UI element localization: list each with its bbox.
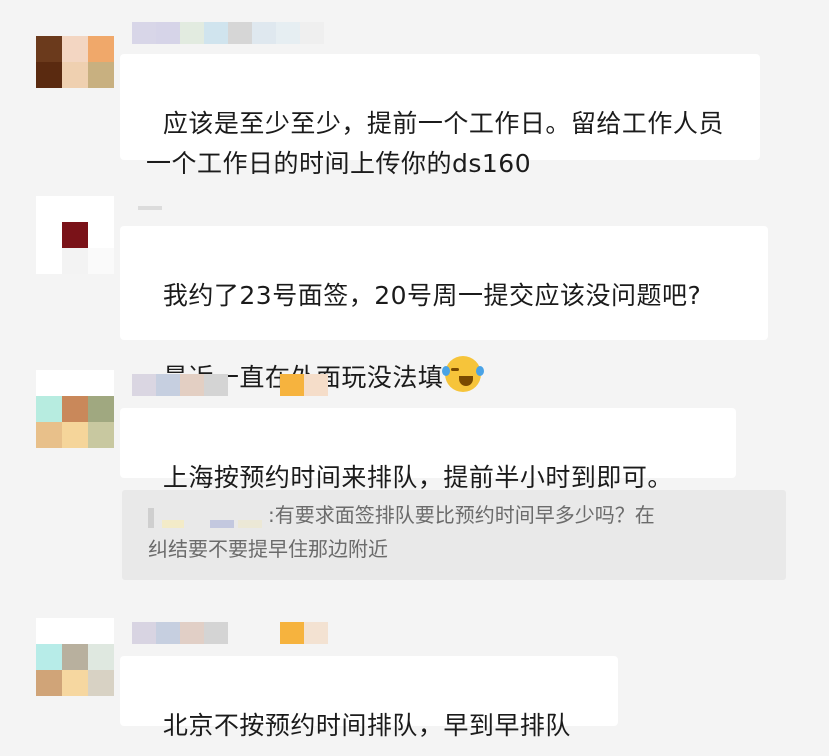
username-redacted[interactable]: [132, 374, 328, 396]
comment-text: 应该是至少至少，提前一个工作日。留给工作人员一个工作日的时间上传你的ds160: [120, 54, 760, 178]
comment-text: 我约了23号面签，20号周一提交应该没问题吧? 最近一直在外面玩没法填: [120, 226, 768, 392]
quoted-text-line-1: :有要求面签排队要比预约时间早多少吗？在: [268, 503, 655, 527]
quoted-username-redacted: [148, 502, 268, 532]
username-redacted[interactable]: [132, 22, 324, 44]
username-redacted[interactable]: [132, 622, 328, 644]
comment-text-content: 上海按预约时间来排队，提前半小时到即可。: [162, 463, 673, 492]
comment-text-line-1: 我约了23号面签，20号周一提交应该没问题吧?: [162, 281, 702, 310]
comment-text-content: 北京不按预约时间排队，早到早排队: [162, 711, 571, 740]
comment-text: 北京不按预约时间排队，早到早排队: [120, 656, 618, 740]
avatar[interactable]: [36, 196, 114, 274]
avatar[interactable]: [36, 370, 114, 448]
crying-laughing-emoji-icon: [442, 356, 485, 392]
username-redacted[interactable]: [138, 206, 162, 228]
quoted-text-line-2: 纠结要不要提早住那边附近: [148, 537, 388, 561]
avatar[interactable]: [36, 618, 114, 696]
quoted-comment[interactable]: :有要求面签排队要比预约时间早多少吗？在 纠结要不要提早住那边附近: [122, 490, 786, 580]
avatar[interactable]: [36, 36, 114, 114]
comment-text-content: 应该是至少至少，提前一个工作日。留给工作人员一个工作日的时间上传你的ds160: [146, 109, 724, 178]
comment-text: 上海按预约时间来排队，提前半小时到即可。: [120, 408, 736, 492]
